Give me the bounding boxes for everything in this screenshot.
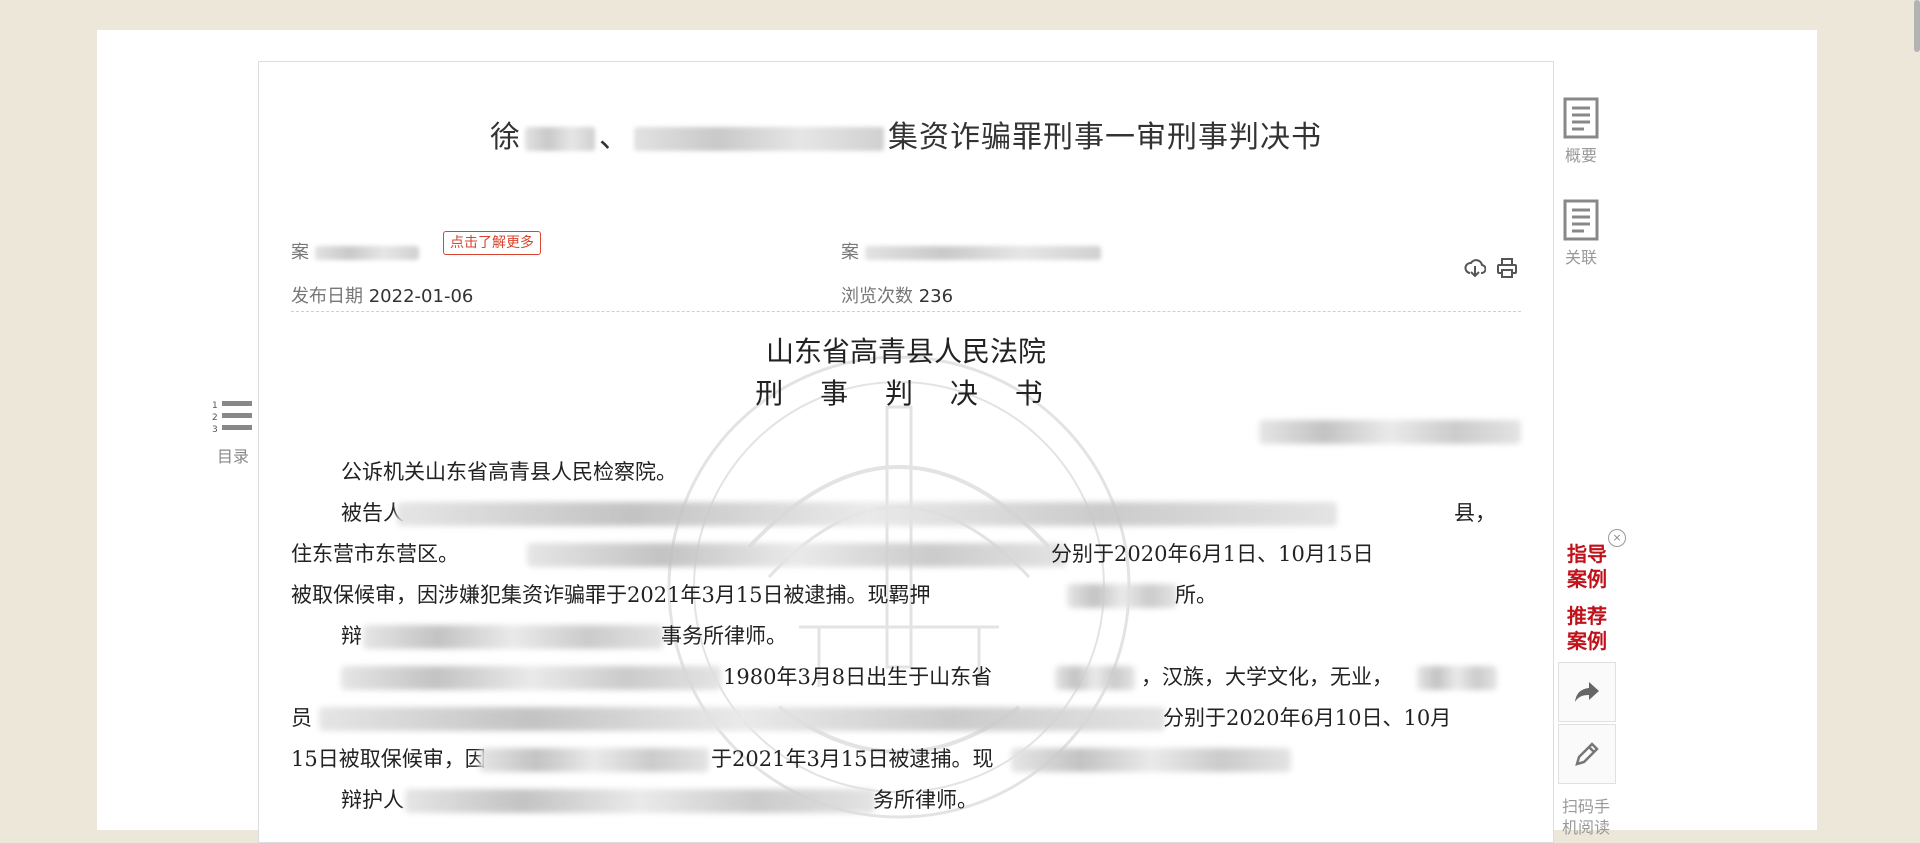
close-icon[interactable]: × <box>1608 529 1626 547</box>
summary-button[interactable]: 概要 <box>1558 97 1604 166</box>
case-number-line <box>1259 420 1521 444</box>
share-icon <box>1575 682 1599 702</box>
recommend-case-link[interactable]: 推荐 案例 <box>1560 604 1614 654</box>
publish-date: 发布日期 2022-01-06 <box>291 286 474 307</box>
svg-text:3: 3 <box>212 425 218 435</box>
svg-text:1: 1 <box>212 401 218 411</box>
court-name: 山东省高青县人民法院 <box>765 335 1046 368</box>
download-icon[interactable] <box>1464 257 1486 279</box>
view-count: 浏览次数 236 <box>841 286 954 307</box>
related-icon <box>1563 199 1599 241</box>
guide-case-link[interactable]: 指导 案例 <box>1560 542 1614 592</box>
related-button[interactable]: 关联 <box>1558 199 1604 268</box>
edit-button[interactable] <box>1558 724 1616 784</box>
svg-text:2: 2 <box>212 413 218 423</box>
document-title: 徐、集资诈骗罪刑事一审刑事判决书 <box>490 120 1322 155</box>
edit-icon <box>1575 742 1599 766</box>
scan-to-read[interactable]: 扫码手 机阅读 <box>1558 796 1614 838</box>
case-number: 案 <box>841 238 1101 264</box>
document-tools <box>1464 257 1518 279</box>
paragraph-prosecutor: 公诉机关山东省高青县人民检察院。 <box>341 460 677 484</box>
toc-icon: 1 2 3 <box>212 401 252 435</box>
document-type: 刑 事 判 决 书 <box>755 377 1057 410</box>
case-reason: 案 <box>291 238 419 264</box>
paragraph-defendant-b-1: 1980年3月8日出生于山东省 <box>723 665 993 689</box>
page-scrollbar[interactable] <box>1914 0 1920 52</box>
learn-more-badge[interactable]: 点击了解更多 <box>443 231 541 255</box>
share-button[interactable] <box>1558 662 1616 722</box>
summary-icon <box>1563 97 1599 139</box>
toc-button[interactable]: 1 2 3 目录 <box>210 399 256 467</box>
toc-label: 目录 <box>216 447 249 466</box>
meta-divider <box>291 311 1521 312</box>
paragraph-defendant-3: 被取保候审，因涉嫌犯集资诈骗罪于2021年3月15日被逮捕。现羁押 <box>291 583 931 607</box>
document-panel: 徐、集资诈骗罪刑事一审刑事判决书 案 点击了解更多 案 发布日期 2022-01… <box>258 61 1554 843</box>
print-icon[interactable] <box>1496 257 1518 279</box>
